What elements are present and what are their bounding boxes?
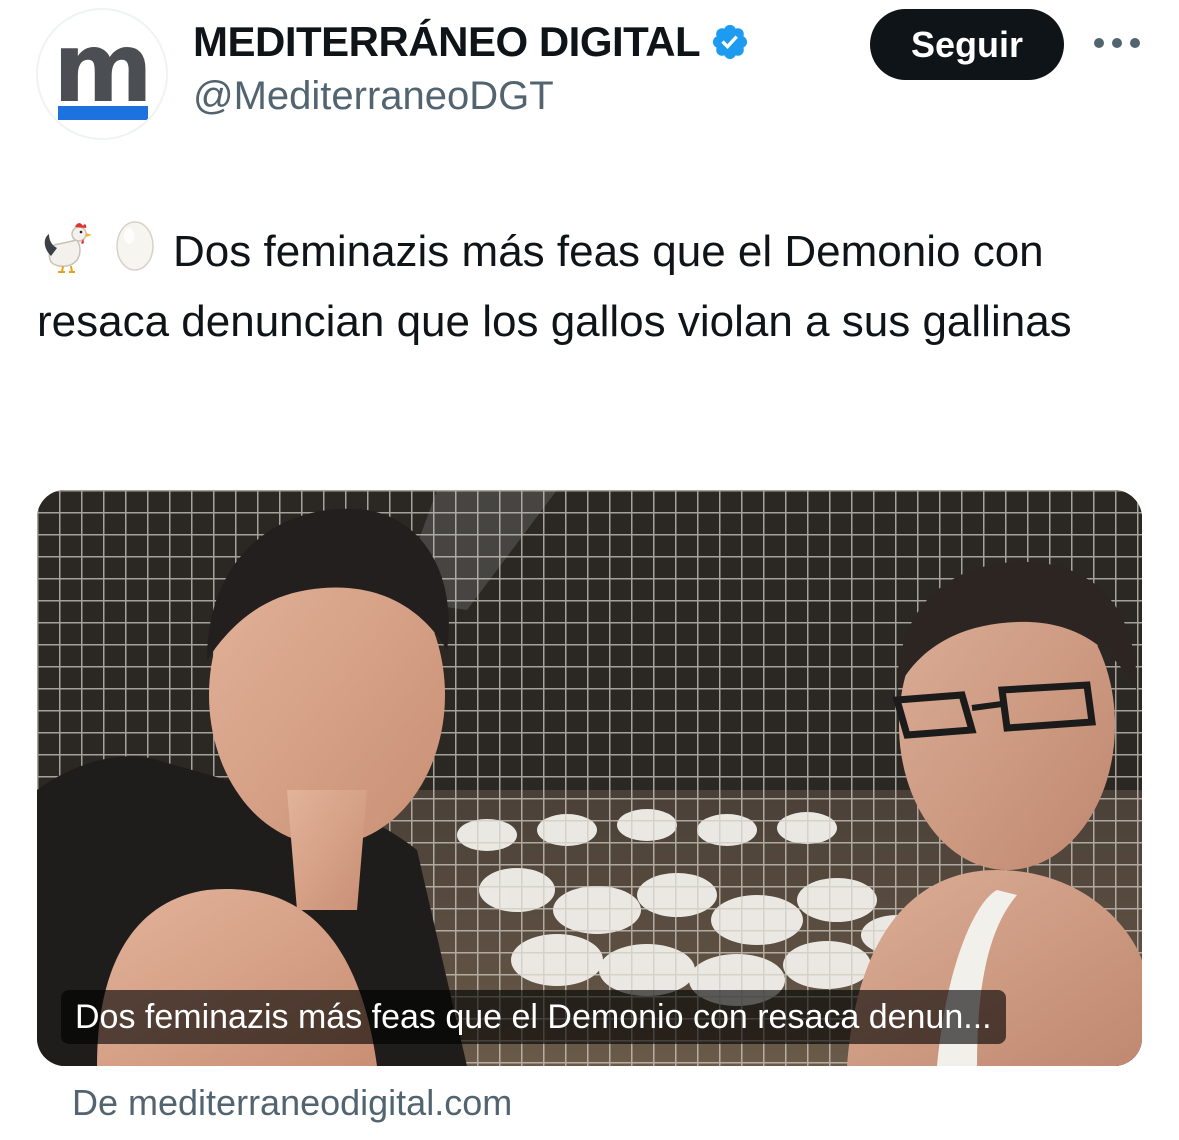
- card-photo: [37, 490, 1142, 1066]
- follow-button[interactable]: Seguir: [870, 9, 1064, 80]
- verified-badge-icon: [713, 24, 748, 60]
- tweet-text: Dos feminazis más feas que el Demonio co…: [37, 214, 1147, 357]
- link-card-image[interactable]: Dos feminazis más feas que el Demonio co…: [37, 490, 1142, 1066]
- author-avatar[interactable]: m: [36, 8, 168, 140]
- author-name-row[interactable]: MEDITERRÁNEO DIGITAL: [193, 18, 750, 66]
- author-display-name[interactable]: MEDITERRÁNEO DIGITAL: [193, 18, 701, 66]
- egg-icon: [116, 221, 154, 271]
- avatar-logo-bar: [58, 106, 148, 120]
- author-handle[interactable]: @MediterraneoDGT: [193, 74, 554, 119]
- rooster-icon: [44, 223, 92, 273]
- card-caption: Dos feminazis más feas que el Demonio co…: [61, 990, 1006, 1044]
- tweet: m MEDITERRÁNEO DIGITAL @MediterraneoDGT …: [0, 0, 1179, 1140]
- avatar-logo-letter: m: [52, 12, 153, 124]
- card-source-link[interactable]: De mediterraneodigital.com: [72, 1082, 512, 1124]
- tweet-body: Dos feminazis más feas que el Demonio co…: [37, 227, 1072, 346]
- more-options-icon[interactable]: [1094, 28, 1140, 58]
